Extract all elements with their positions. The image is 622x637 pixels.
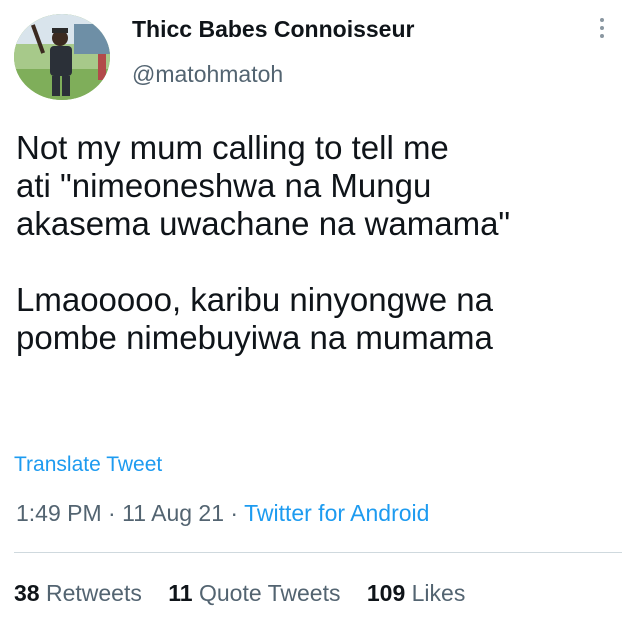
- author-display-name[interactable]: Thicc Babes Connoisseur: [132, 16, 414, 43]
- tweet-date[interactable]: 11 Aug 21: [122, 500, 224, 526]
- author-handle[interactable]: @matohmatoh: [132, 61, 283, 88]
- avatar[interactable]: [14, 14, 110, 100]
- tweet-stats: 38 Retweets 11 Quote Tweets 109 Likes: [14, 580, 485, 607]
- tweet-text: Not my mum calling to tell me ati "nimeo…: [16, 129, 616, 357]
- tweet-text-line: pombe nimebuyiwa na mumama: [16, 319, 493, 356]
- retweets-count: 38: [14, 580, 40, 606]
- quote-tweets-count: 11: [168, 580, 193, 606]
- tweet-text-line: Lmaooooo, karibu ninyongwe na: [16, 281, 494, 318]
- likes-stat[interactable]: 109 Likes: [367, 580, 465, 606]
- avatar-photo: [14, 14, 110, 100]
- translate-tweet-link[interactable]: Translate Tweet: [14, 453, 162, 477]
- tweet-metadata: 1:49 PM · 11 Aug 21 · Twitter for Androi…: [16, 500, 429, 527]
- tweet-text-line: akasema uwachane na wamama": [16, 205, 511, 242]
- retweets-stat[interactable]: 38 Retweets: [14, 580, 142, 606]
- tweet-text-line: ati "nimeoneshwa na Mungu: [16, 167, 432, 204]
- quote-tweets-stat[interactable]: 11 Quote Tweets: [168, 580, 340, 606]
- meta-separator: ·: [230, 500, 239, 526]
- meta-separator: ·: [108, 500, 116, 526]
- divider: [14, 552, 622, 553]
- retweets-label: Retweets: [45, 580, 142, 606]
- likes-label: Likes: [411, 580, 466, 606]
- tweet-time[interactable]: 1:49 PM: [16, 500, 102, 526]
- more-vertical-icon[interactable]: [596, 18, 608, 44]
- likes-count: 109: [366, 580, 406, 606]
- tweet-source-link[interactable]: Twitter for Android: [244, 500, 429, 526]
- quote-tweets-label: Quote Tweets: [198, 580, 341, 606]
- tweet-text-line: Not my mum calling to tell me: [16, 129, 449, 166]
